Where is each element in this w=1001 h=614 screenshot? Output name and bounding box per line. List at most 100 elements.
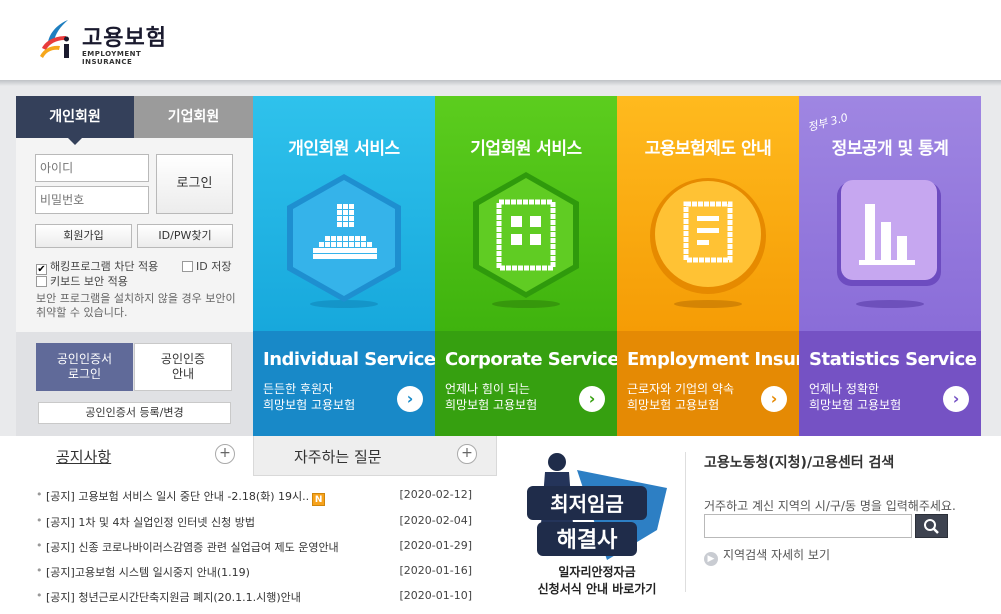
anti-hacking-label: 해킹프로그램 차단 적용 xyxy=(50,260,159,273)
site-header: 고용보험 EMPLOYMENT INSURANCE xyxy=(0,0,1001,80)
individual-service-title: 개인회원 서비스 xyxy=(288,139,400,159)
join-button[interactable]: 회원가입 xyxy=(35,224,132,248)
corporate-service-desc: 언제나 힘이 되는 희망보험 고용보험 xyxy=(445,381,537,413)
vertical-divider xyxy=(685,452,686,592)
employment-insurance-desc: 근로자와 기업의 약속 희망보험 고용보험 xyxy=(627,381,734,413)
building-icon xyxy=(473,172,579,308)
login-button[interactable]: 로그인 xyxy=(156,154,233,214)
bullet-icon: • xyxy=(36,564,43,577)
tab-corporate-member[interactable]: 기업회원 xyxy=(134,96,253,138)
notice-item[interactable]: • [공지] 청년근로시간단축지원금 폐지(20.1.1.시행)안내 [2020… xyxy=(36,589,476,607)
banner-headline2: 해결사 xyxy=(557,528,618,553)
logo-subtitle: EMPLOYMENT INSURANCE xyxy=(82,50,142,66)
banner-headline1: 최저임금 xyxy=(550,492,624,516)
chevron-right-icon[interactable]: › xyxy=(397,386,423,412)
save-id-checkbox[interactable]: ID 저장 xyxy=(182,258,231,274)
site-logo[interactable]: 고용보험 EMPLOYMENT INSURANCE xyxy=(38,16,178,66)
corporate-service-title: 기업회원 서비스 xyxy=(470,139,582,159)
notice-date: [2020-01-16] xyxy=(399,564,472,577)
notice-item[interactable]: • [공지] 고용보험 서비스 일시 중단 안내 -2.18(화) 19시.. N… xyxy=(36,488,476,506)
statistics-service-title: 정보공개 및 통계 xyxy=(831,139,949,159)
plus-icon[interactable]: + xyxy=(457,444,477,464)
desc-line2: 희망보험 고용보험 xyxy=(263,398,356,412)
find-id-pw-button[interactable]: ID/PW찾기 xyxy=(137,224,233,248)
chevron-right-icon[interactable]: › xyxy=(761,386,787,412)
tab-faq-label: 자주하는 질문 xyxy=(294,448,382,466)
password-input[interactable] xyxy=(35,186,149,214)
employment-insurance-en-title: Employment Insurance xyxy=(627,349,799,370)
desc-line1: 언제나 힘이 되는 xyxy=(445,382,530,396)
region-search-detail-link[interactable]: ▶ 지역검색 자세히 보기 xyxy=(704,546,830,566)
banner-line1: 일자리안정자금 xyxy=(558,565,636,579)
plus-icon[interactable]: + xyxy=(215,444,235,464)
tab-indicator xyxy=(68,138,82,145)
tile-upper: 개인회원 서비스 xyxy=(253,96,435,331)
certificate-register-button[interactable]: 공인인증서 등록/변경 xyxy=(38,402,231,424)
individual-service-tile[interactable]: 개인회원 서비스 Individual Service 든든한 후원자 희망보험… xyxy=(253,96,435,436)
desc-line2: 희망보험 고용보험 xyxy=(627,398,720,412)
cert-login-line1: 공인인증서 xyxy=(56,352,113,366)
statistics-service-en-title: Statistics Service xyxy=(809,349,977,370)
certificate-login-button[interactable]: 공인인증서 로그인 xyxy=(36,343,133,391)
bullet-icon: • xyxy=(36,539,43,552)
employment-insurance-tile[interactable]: 고용보험제도 안내 Employment Insurance 근로자와 기업의 … xyxy=(617,96,799,436)
keyboard-security-label: 키보드 보안 적용 xyxy=(50,275,128,288)
statistics-service-tile[interactable]: 정부 3.0 정보공개 및 통계 Statistics Service 언제나 … xyxy=(799,96,981,436)
notice-date: [2020-02-04] xyxy=(399,514,472,527)
chevron-right-icon[interactable]: › xyxy=(943,386,969,412)
notice-item[interactable]: • [공지]고용보험 시스템 일시중지 안내(1.19) [2020-01-16… xyxy=(36,564,476,582)
tile-upper: 정부 3.0 정보공개 및 통계 xyxy=(799,96,981,331)
search-icon xyxy=(924,519,939,534)
corporate-service-en-title: Corporate Service xyxy=(445,349,617,370)
document-icon xyxy=(650,178,766,308)
notice-item[interactable]: • [공지] 1차 및 4차 실업인정 인터넷 신청 방법 [2020-02-0… xyxy=(36,514,476,532)
checkbox-icon xyxy=(36,276,47,287)
tab-personal-member[interactable]: 개인회원 xyxy=(16,96,134,138)
cert-login-line2: 로그인 xyxy=(67,367,102,381)
individual-service-desc: 든든한 후원자 희망보험 고용보험 xyxy=(263,381,355,413)
bullet-icon: • xyxy=(36,488,43,501)
tab-notice[interactable]: 공지사항 + xyxy=(16,436,253,476)
bullet-icon: • xyxy=(36,589,43,602)
tile-lower: Individual Service 든든한 후원자 희망보험 고용보험 › xyxy=(253,331,435,436)
new-badge-icon: N xyxy=(312,493,326,506)
logo-mark-icon xyxy=(40,20,69,58)
search-button[interactable] xyxy=(915,514,948,538)
certificate-guide-button[interactable]: 공인인증 안내 xyxy=(134,343,232,391)
tab-notice-label: 공지사항 xyxy=(56,448,112,466)
person-icon xyxy=(287,174,401,308)
login-panel: 개인회원 기업회원 로그인 회원가입 ID/PW찾기 ✔해킹프로그램 차단 적용… xyxy=(16,96,253,436)
banner-illustration-icon: 최저임금 해결사 xyxy=(527,453,667,560)
desc-line1: 든든한 후원자 xyxy=(263,382,334,396)
tile-upper: 고용보험제도 안내 xyxy=(617,96,799,331)
keyboard-security-checkbox[interactable]: 키보드 보안 적용 xyxy=(36,273,128,289)
region-search-input[interactable] xyxy=(704,514,912,538)
play-icon: ▶ xyxy=(704,552,718,566)
tab-faq[interactable]: 자주하는 질문 + xyxy=(253,436,497,476)
cert-guide-line1: 공인인증 xyxy=(160,352,206,366)
statistics-service-desc: 언제나 정확한 희망보험 고용보험 xyxy=(809,381,901,413)
logo-text: 고용보험 xyxy=(82,26,167,51)
notice-title: [공지]고용보험 시스템 일시중지 안내(1.19) xyxy=(46,566,250,579)
notice-date: [2020-02-12] xyxy=(399,488,472,501)
tile-upper: 기업회원 서비스 xyxy=(435,96,617,331)
desc-line2: 희망보험 고용보험 xyxy=(445,398,538,412)
desc-line1: 근로자와 기업의 약속 xyxy=(627,382,734,396)
id-input[interactable] xyxy=(35,154,149,182)
detail-link-label: 지역검색 자세히 보기 xyxy=(723,548,830,562)
save-id-label: ID 저장 xyxy=(196,260,232,273)
notice-date: [2020-01-10] xyxy=(399,589,472,602)
desc-line2: 희망보험 고용보험 xyxy=(809,398,902,412)
notice-title: [공지] 신종 코로나바이러스감염증 관련 실업급여 제도 운영안내 xyxy=(46,541,339,554)
notice-title-text: [공지] 고용보험 서비스 일시 중단 안내 -2.18(화) 19시.. xyxy=(46,490,310,503)
center-search-desc: 거주하고 계신 지역의 시/구/동 명을 입력해주세요. xyxy=(704,499,956,513)
minimum-wage-banner[interactable]: 최저임금 해결사 일자리안정자금 신청서식 안내 바로가기 xyxy=(517,450,667,600)
checkbox-icon xyxy=(182,261,193,272)
notice-title: [공지] 고용보험 서비스 일시 중단 안내 -2.18(화) 19시.. N xyxy=(46,488,326,506)
gov30-badge: 정부 3.0 xyxy=(806,110,850,135)
corporate-service-tile[interactable]: 기업회원 서비스 Corporate Service 언제나 힘이 되는 희망보… xyxy=(435,96,617,436)
notice-item[interactable]: • [공지] 신종 코로나바이러스감염증 관련 실업급여 제도 운영안내 [20… xyxy=(36,539,476,557)
chevron-right-icon[interactable]: › xyxy=(579,386,605,412)
bullet-icon: • xyxy=(36,514,43,527)
notice-tabs: 공지사항 + 자주하는 질문 + xyxy=(16,436,497,476)
